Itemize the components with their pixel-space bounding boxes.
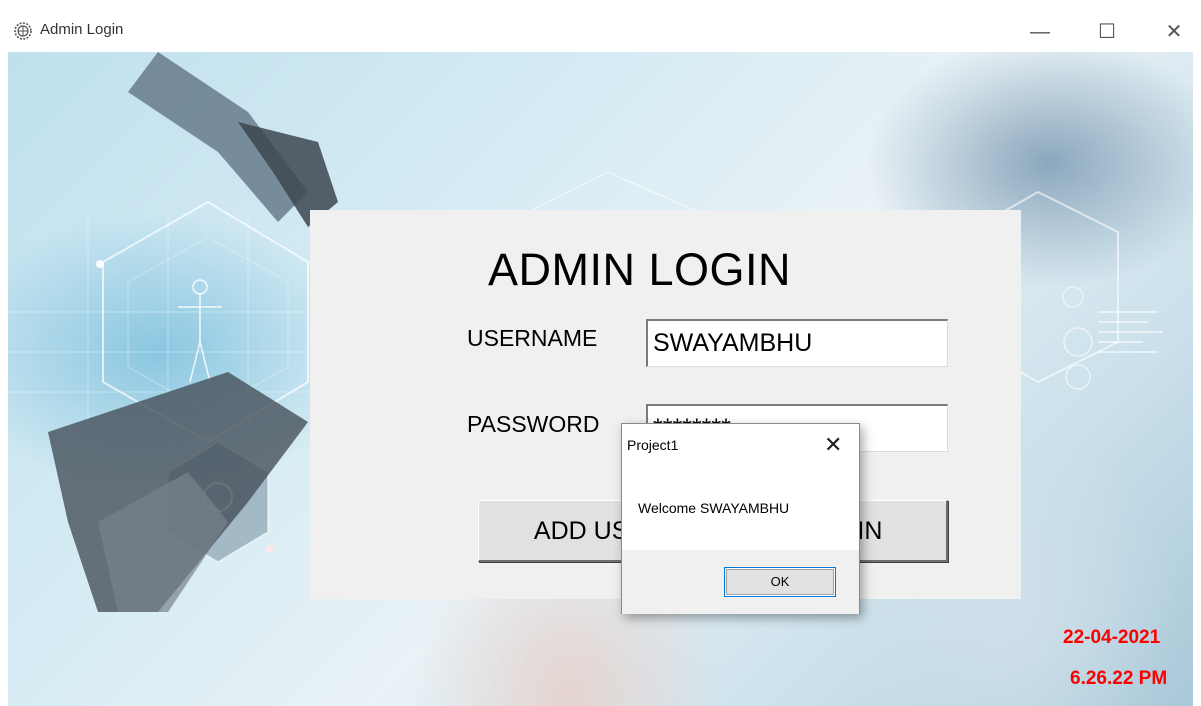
username-label: USERNAME <box>467 325 598 351</box>
ok-button[interactable]: OK <box>724 567 836 597</box>
close-button[interactable]: ✕ <box>1151 12 1197 52</box>
gear-globe-icon <box>13 21 33 41</box>
maximize-button[interactable]: ☐ <box>1084 12 1130 52</box>
page-title: ADMIN LOGIN <box>488 244 792 295</box>
dialog-title: Project1 <box>627 437 679 453</box>
username-input[interactable]: SWAYAMBHU <box>646 319 948 367</box>
dialog-message: Welcome SWAYAMBHU <box>638 500 790 516</box>
admin-login-window: Admin Login — ☐ ✕ ADMIN LOGIN USERNAME S… <box>0 0 1201 706</box>
time-label: 6.26.22 PM <box>1070 668 1168 689</box>
window-title: Admin Login <box>40 21 124 38</box>
password-label: PASSWORD <box>467 411 600 437</box>
dialog-close-icon[interactable]: ✕ <box>824 432 842 458</box>
message-dialog: Project1 ✕ Welcome SWAYAMBHU OK <box>621 423 860 614</box>
minimize-button[interactable]: — <box>1017 12 1063 52</box>
title-bar: Admin Login — ☐ ✕ <box>0 0 1201 52</box>
dialog-footer: OK <box>622 550 859 614</box>
date-label: 22-04-2021 <box>1063 627 1161 648</box>
